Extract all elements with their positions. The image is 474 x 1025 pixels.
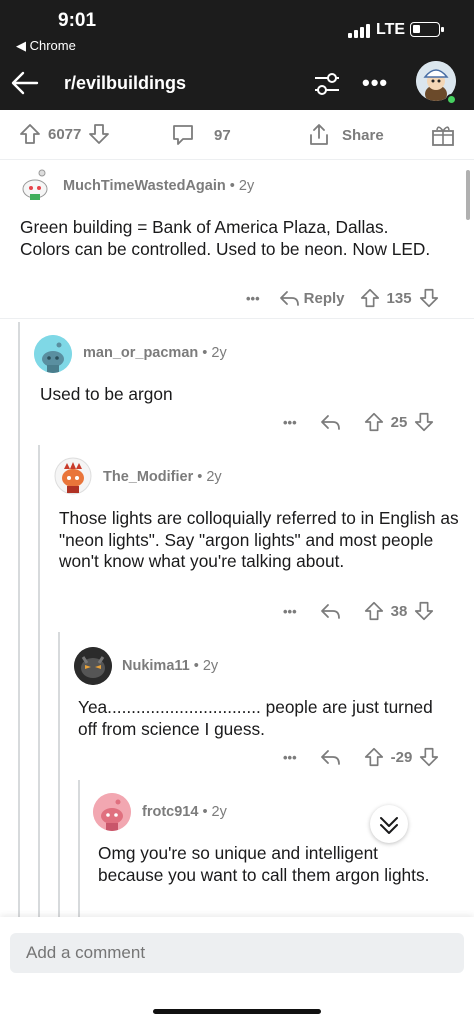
reply-icon[interactable]: [278, 288, 300, 308]
comment-author[interactable]: man_or_pacman • 2y: [83, 345, 227, 361]
chevron-down-icon: [380, 817, 398, 834]
commenter-avatar[interactable]: [16, 165, 54, 203]
comment-score: 25: [390, 413, 408, 431]
more-options-icon[interactable]: •••: [362, 70, 388, 96]
upvote-icon[interactable]: [359, 287, 381, 309]
comment-actions: ••• 25: [283, 411, 435, 433]
comment-score: 135: [386, 289, 412, 307]
sort-filter-icon[interactable]: [312, 70, 342, 98]
reply-button[interactable]: Reply: [304, 290, 345, 307]
add-comment-input[interactable]: [10, 933, 464, 973]
upvote-icon[interactable]: [18, 122, 42, 146]
comment-body: Used to be argon: [40, 384, 173, 404]
more-options-icon[interactable]: •••: [283, 604, 297, 619]
comment-author[interactable]: MuchTimeWastedAgain • 2y: [63, 178, 254, 194]
upvote-icon[interactable]: [363, 411, 385, 433]
comment-author[interactable]: The_Modifier • 2y: [103, 469, 222, 485]
comment-author[interactable]: Nukima11 • 2y: [122, 658, 218, 674]
downvote-icon[interactable]: [413, 411, 435, 433]
post-action-bar: 6077 97 Share: [0, 110, 474, 160]
status-bar: 9:01 ◀ Chrome LTE: [0, 0, 474, 58]
back-to-app-link[interactable]: ◀ Chrome: [16, 38, 76, 54]
comment-actions: ••• 38: [283, 600, 435, 622]
comments-button[interactable]: 97: [170, 122, 231, 148]
divider: [0, 318, 474, 319]
network-type: LTE: [376, 21, 406, 38]
commenter-avatar[interactable]: [54, 457, 92, 495]
home-indicator[interactable]: [153, 1009, 321, 1014]
comment-body: Yea................................ peop…: [78, 697, 433, 739]
signal-icon: [348, 24, 370, 38]
online-status-dot: [446, 94, 457, 105]
thread-line[interactable]: [78, 780, 80, 922]
comment-bubble-icon: [173, 125, 193, 145]
thread-line[interactable]: [38, 445, 40, 922]
comment-author[interactable]: frotc914 • 2y: [142, 804, 227, 820]
share-icon: [310, 124, 328, 145]
back-arrow-icon[interactable]: [10, 68, 40, 98]
more-options-icon[interactable]: •••: [283, 415, 297, 430]
downvote-icon[interactable]: [418, 746, 440, 768]
comment-body: Those lights are colloquially referred t…: [59, 508, 459, 571]
comment-actions: ••• -29: [283, 746, 440, 768]
subreddit-title[interactable]: r/evilbuildings: [64, 73, 186, 94]
thread-line[interactable]: [58, 632, 60, 922]
downvote-icon[interactable]: [413, 600, 435, 622]
share-button[interactable]: Share: [306, 122, 384, 148]
next-comment-button[interactable]: [370, 805, 408, 843]
commenter-avatar[interactable]: [93, 793, 131, 831]
battery-icon: [410, 22, 444, 37]
clock: 9:01: [58, 10, 97, 31]
reply-icon[interactable]: [319, 601, 341, 621]
comment-count: 97: [214, 126, 231, 144]
post-vote-group: 6077: [18, 122, 111, 146]
upvote-icon[interactable]: [363, 746, 385, 768]
share-label: Share: [342, 126, 384, 144]
more-options-icon[interactable]: •••: [283, 750, 297, 765]
post-score: 6077: [48, 125, 82, 143]
comment-score: 38: [390, 602, 408, 620]
comment-body: Omg you're so unique and intelligent bec…: [98, 843, 430, 885]
comment-score: -29: [390, 748, 413, 766]
award-button[interactable]: [430, 122, 456, 148]
downvote-icon[interactable]: [418, 287, 440, 309]
gift-award-icon: [432, 126, 454, 146]
comment-composer-bar: [0, 917, 474, 1025]
scrollbar[interactable]: [466, 170, 470, 220]
commenter-avatar[interactable]: [74, 647, 112, 685]
commenter-avatar[interactable]: [34, 335, 72, 373]
top-app-bar: r/evilbuildings •••: [0, 58, 474, 110]
thread-line[interactable]: [18, 322, 20, 922]
reply-icon[interactable]: [319, 412, 341, 432]
comment-body: Green building = Bank of America Plaza, …: [20, 217, 431, 259]
downvote-icon[interactable]: [87, 122, 111, 146]
reply-icon[interactable]: [319, 747, 341, 767]
more-options-icon[interactable]: •••: [246, 291, 260, 306]
upvote-icon[interactable]: [363, 600, 385, 622]
comment-actions: ••• Reply 135: [246, 287, 440, 309]
